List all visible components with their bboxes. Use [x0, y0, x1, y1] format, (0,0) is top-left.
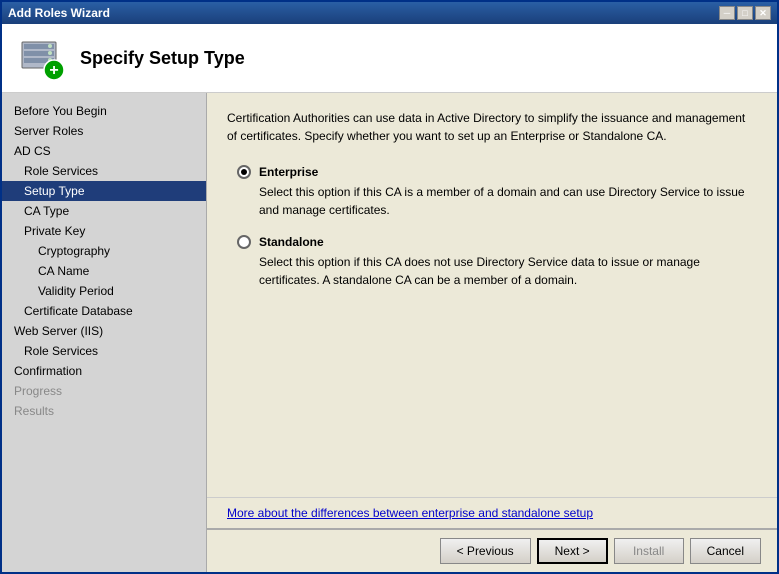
window-title: Add Roles Wizard: [8, 6, 110, 20]
wizard-footer: < Previous Next > Install Cancel: [207, 528, 777, 572]
standalone-label: Standalone: [259, 235, 324, 249]
standalone-option: Standalone Select this option if this CA…: [237, 235, 757, 289]
sidebar-item-web-server-(iis)[interactable]: Web Server (IIS): [2, 321, 206, 341]
title-bar-buttons: ─ □ ✕: [719, 6, 771, 20]
title-bar: Add Roles Wizard ─ □ ✕: [2, 2, 777, 24]
svg-text:+: +: [49, 62, 58, 79]
sidebar-item-progress: Progress: [2, 381, 206, 401]
description-text: Certification Authorities can use data i…: [227, 109, 757, 145]
enterprise-radio-row[interactable]: Enterprise: [237, 165, 757, 179]
more-info-link[interactable]: More about the differences between enter…: [227, 506, 593, 520]
link-area: More about the differences between enter…: [207, 497, 777, 528]
main-content: Certification Authorities can use data i…: [207, 93, 777, 497]
install-button[interactable]: Install: [614, 538, 684, 564]
sidebar-item-cryptography[interactable]: Cryptography: [2, 241, 206, 261]
enterprise-option: Enterprise Select this option if this CA…: [237, 165, 757, 219]
wizard-window: Add Roles Wizard ─ □ ✕ + Spec: [0, 0, 779, 574]
enterprise-description: Select this option if this CA is a membe…: [259, 183, 757, 219]
options-container: Enterprise Select this option if this CA…: [237, 165, 757, 289]
page-title: Specify Setup Type: [80, 48, 245, 69]
wizard-body: Before You BeginServer RolesAD CSRole Se…: [2, 93, 777, 572]
sidebar-item-role-services[interactable]: Role Services: [2, 161, 206, 181]
sidebar-item-validity-period[interactable]: Validity Period: [2, 281, 206, 301]
sidebar-item-certificate-database[interactable]: Certificate Database: [2, 301, 206, 321]
sidebar-item-role-services[interactable]: Role Services: [2, 341, 206, 361]
enterprise-radio[interactable]: [237, 165, 251, 179]
next-button[interactable]: Next >: [537, 538, 608, 564]
sidebar-item-server-roles[interactable]: Server Roles: [2, 121, 206, 141]
sidebar-item-private-key[interactable]: Private Key: [2, 221, 206, 241]
sidebar-item-ca-name[interactable]: CA Name: [2, 261, 206, 281]
sidebar-item-setup-type[interactable]: Setup Type: [2, 181, 206, 201]
sidebar-item-confirmation[interactable]: Confirmation: [2, 361, 206, 381]
close-button[interactable]: ✕: [755, 6, 771, 20]
wizard-icon: +: [18, 34, 66, 82]
standalone-description: Select this option if this CA does not u…: [259, 253, 757, 289]
cancel-button[interactable]: Cancel: [690, 538, 761, 564]
sidebar-item-results: Results: [2, 401, 206, 421]
minimize-button[interactable]: ─: [719, 6, 735, 20]
standalone-radio[interactable]: [237, 235, 251, 249]
sidebar-item-before-you-begin[interactable]: Before You Begin: [2, 101, 206, 121]
previous-button[interactable]: < Previous: [440, 538, 531, 564]
sidebar: Before You BeginServer RolesAD CSRole Se…: [2, 93, 207, 572]
sidebar-item-ad-cs[interactable]: AD CS: [2, 141, 206, 161]
sidebar-item-ca-type[interactable]: CA Type: [2, 201, 206, 221]
main-panel: Certification Authorities can use data i…: [207, 93, 777, 572]
standalone-radio-row[interactable]: Standalone: [237, 235, 757, 249]
maximize-button[interactable]: □: [737, 6, 753, 20]
enterprise-label: Enterprise: [259, 165, 318, 179]
header-icon: +: [18, 34, 66, 82]
wizard-header: + Specify Setup Type: [2, 24, 777, 93]
